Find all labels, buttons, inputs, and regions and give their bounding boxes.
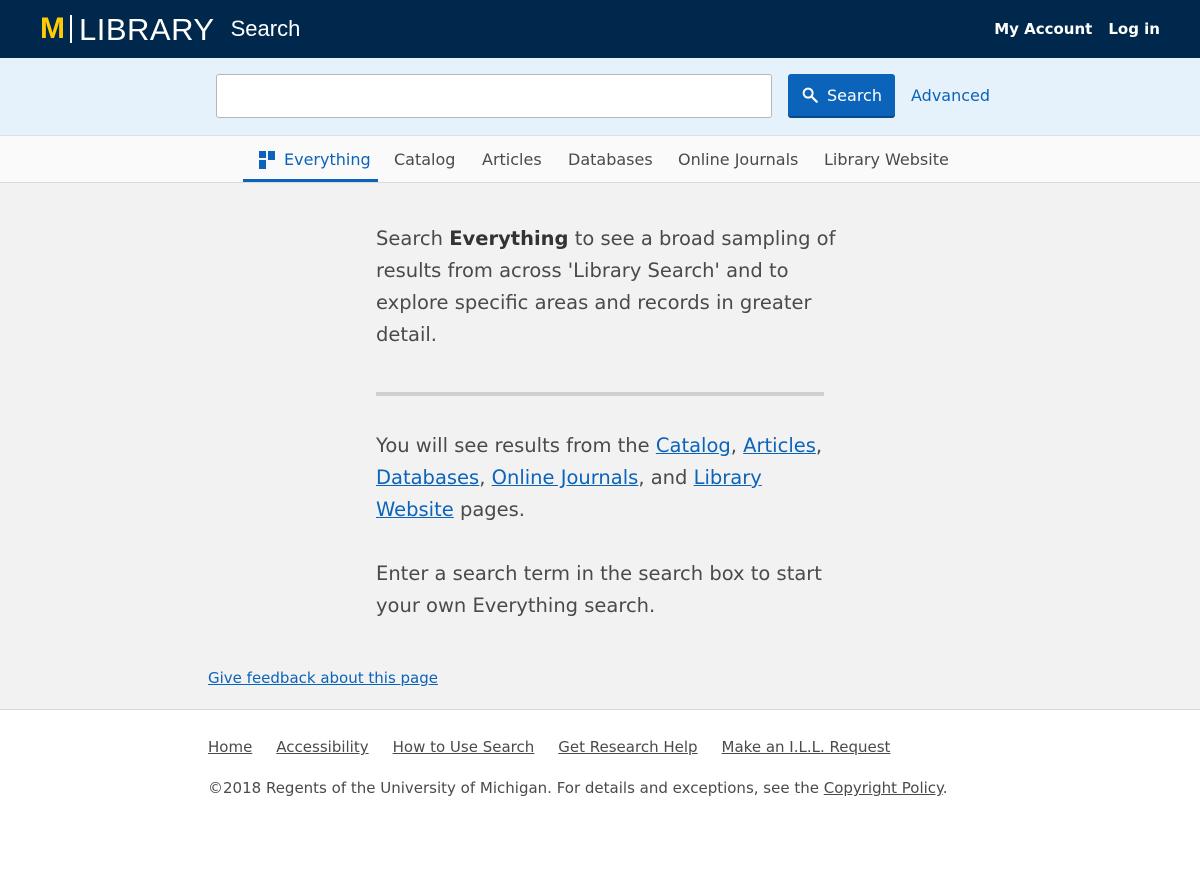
catalog-link[interactable]: Catalog	[656, 434, 731, 457]
articles-link[interactable]: Articles	[743, 434, 816, 457]
tab-catalog[interactable]: Catalog	[394, 136, 455, 182]
intro-bold: Everything	[449, 227, 569, 250]
footer-how-to-use-search-link[interactable]: How to Use Search	[393, 738, 535, 756]
tab-label: Everything	[284, 150, 371, 169]
advanced-search-link[interactable]: Advanced	[911, 86, 990, 105]
search-button[interactable]: Search	[788, 74, 895, 116]
footer-accessibility-link[interactable]: Accessibility	[276, 738, 368, 756]
results-suffix: pages.	[459, 498, 525, 521]
copyright-text: ©2018 Regents of the University of Michi…	[208, 779, 824, 797]
and-separator: , and	[638, 466, 694, 489]
results-paragraph: You will see results from the Catalog, A…	[376, 430, 836, 526]
main-content: Search Everything to see a broad samplin…	[0, 183, 1200, 710]
app-name: Search	[230, 16, 301, 41]
hint-paragraph: Enter a search term in the search box to…	[376, 562, 822, 617]
comma-separator: ,	[479, 466, 486, 489]
databases-link[interactable]: Databases	[376, 466, 479, 489]
online-journals-link[interactable]: Online Journals	[492, 466, 639, 489]
block-m-logo: M	[40, 12, 65, 45]
tab-library-website[interactable]: Library Website	[824, 136, 949, 182]
copyright-policy-link[interactable]: Copyright Policy	[824, 779, 943, 797]
everything-intro: Search Everything to see a broad samplin…	[376, 223, 836, 622]
tab-online-journals[interactable]: Online Journals	[678, 136, 798, 182]
tab-everything[interactable]: Everything	[243, 136, 378, 182]
footer-research-help-link[interactable]: Get Research Help	[558, 738, 697, 756]
my-account-link[interactable]: My Account	[994, 20, 1092, 38]
content-divider	[376, 392, 824, 396]
tab-databases[interactable]: Databases	[568, 136, 653, 182]
tab-articles[interactable]: Articles	[482, 136, 542, 182]
footer-ill-request-link[interactable]: Make an I.L.L. Request	[722, 738, 891, 756]
footer-links: Home Accessibility How to Use Search Get…	[208, 738, 890, 756]
search-tabs: Everything Catalog Articles Databases On…	[0, 136, 1200, 183]
search-bar: Search Advanced	[0, 58, 1200, 136]
intro-prefix: Search	[376, 227, 450, 250]
intro-paragraph: Search Everything to see a broad samplin…	[376, 223, 836, 351]
logo-divider	[70, 15, 72, 43]
site-header: M LIBRARY Search My Account Log in	[0, 0, 1200, 58]
comma-separator: ,	[815, 434, 823, 457]
feedback-link[interactable]: Give feedback about this page	[208, 669, 438, 687]
results-prefix: You will see results from the	[376, 434, 656, 457]
comma-separator: ,	[730, 434, 737, 457]
copyright-end: .	[942, 779, 948, 797]
copyright-notice: ©2018 Regents of the University of Michi…	[208, 779, 948, 797]
site-footer: Home Accessibility How to Use Search Get…	[0, 710, 1200, 880]
footer-home-link[interactable]: Home	[208, 738, 252, 756]
log-in-link[interactable]: Log in	[1108, 20, 1160, 38]
search-input[interactable]	[216, 74, 772, 118]
everything-grid-icon	[259, 150, 275, 169]
library-wordmark: LIBRARY	[79, 11, 215, 47]
search-button-label: Search	[827, 85, 882, 105]
library-logo[interactable]: M LIBRARY Search	[40, 14, 300, 45]
search-icon	[802, 87, 818, 103]
account-nav: My Account Log in	[994, 20, 1160, 38]
